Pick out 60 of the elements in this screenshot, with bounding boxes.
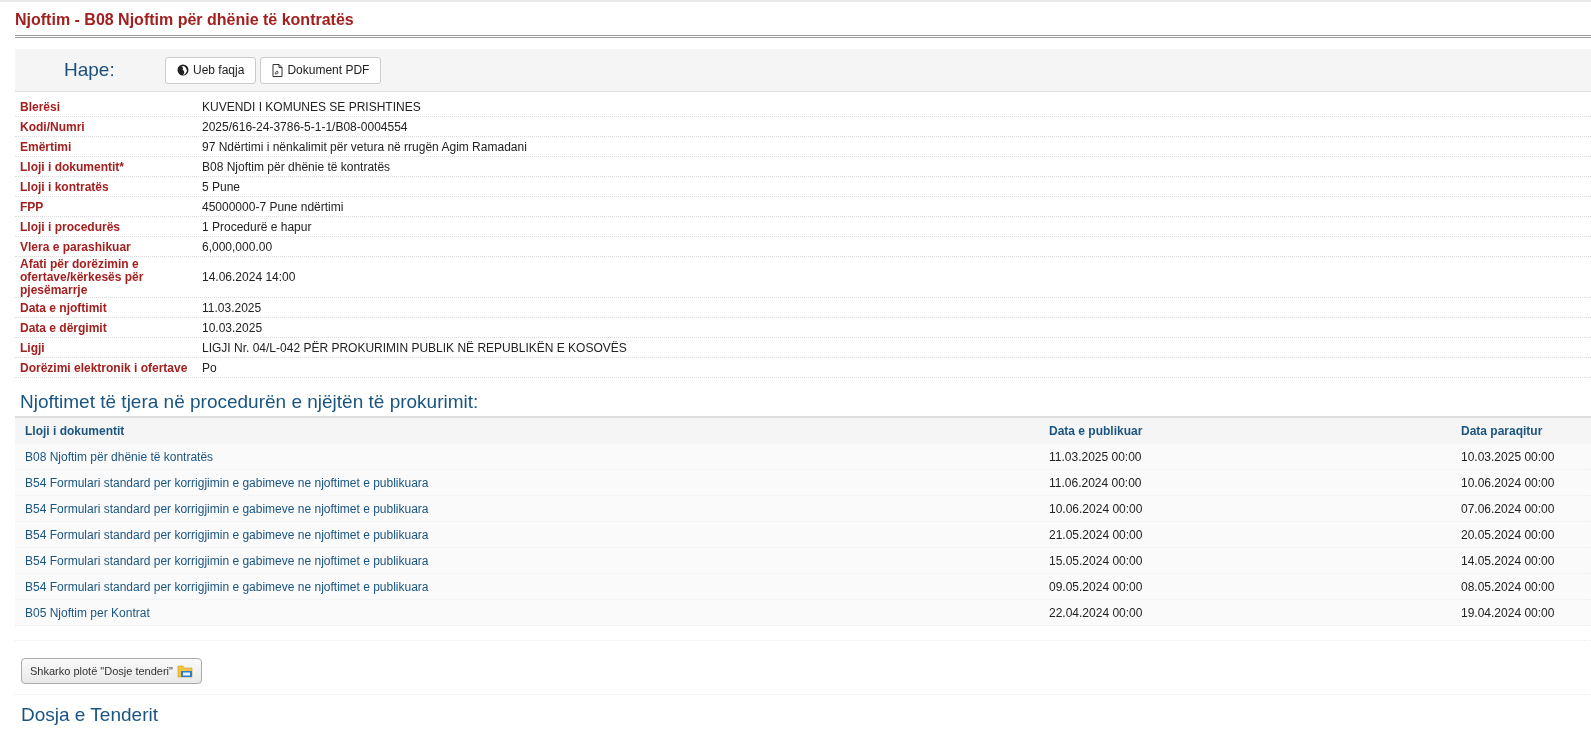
pdf-button[interactable]: Dokument PDF [260, 56, 382, 84]
field-value: LIGJI Nr. 04/L-042 PËR PROKURIMIN PUBLIK NË REPUBLIKËN E KOSOVËS [202, 341, 628, 355]
table-cell-text: 11.06.2024 00:00 [1049, 475, 1143, 490]
field-label: Lloji i kontratës [20, 180, 110, 194]
table-cell: 10.03.2025 00:00 [1461, 449, 1555, 464]
pdf-file-icon [272, 63, 284, 77]
field-label: Ligji [20, 341, 46, 355]
field-label: Lloji i procedurës [20, 220, 122, 234]
field-label: Emërtimi [20, 140, 73, 154]
field-value: 11.03.2025 [202, 301, 263, 315]
globe-icon [177, 64, 189, 76]
notice-link[interactable]: B54 Formulari standard per korrigjimin e gabimeve ne njoftimet e publikuara [25, 527, 1049, 542]
field-value: 5 Pune [202, 180, 242, 194]
field-label: Lloji i dokumentit* [20, 160, 125, 174]
notice-link[interactable]: B54 Formulari standard per korrigjimin e gabimeve ne njoftimet e publikuara [25, 579, 1049, 594]
table-cell: 14.05.2024 00:00 [1461, 553, 1555, 568]
zip-folder-icon [176, 664, 193, 678]
field-label: Data e njoftimit [20, 301, 108, 315]
field-value: 6,000,000.00 [202, 240, 274, 254]
column-header: Data e publikuar [1049, 424, 1144, 438]
field-label: Afati për dorëzimin e ofertave/kërkesës për pjesëmarrje [20, 258, 145, 297]
field-value: B08 Njoftim për dhënie të kontratës [202, 160, 392, 174]
notice-link[interactable]: B05 Njoftim per Kontrat [25, 605, 1049, 620]
field-value: 1 Procedurë e hapur [202, 220, 313, 234]
web-button[interactable]: Ueb faqja [165, 56, 257, 84]
page-title: Njoftim - B08 Njoftim për dhënie të kontratës [15, 2, 1591, 38]
field-value: 10.03.2025 [202, 321, 264, 335]
column-header: Data paraqitur [1461, 424, 1543, 438]
notice-link[interactable]: B08 Njoftim për dhënie të kontratës [25, 449, 1049, 464]
table-cell-text: 21.05.2024 00:00 [1049, 527, 1144, 542]
download-button[interactable]: Shkarko plotë "Dosje tenderi" [21, 658, 202, 684]
field-value: 2025/616-24-3786-5-1-1/B08-0004554 [202, 120, 409, 134]
table-cell: 10.06.2024 00:00 [1461, 475, 1555, 490]
table-cell-text: 10.06.2024 00:00 [1049, 501, 1144, 516]
section-heading: Njoftimet të tjera në procedurën e njëjtën të prokurimit: [20, 391, 480, 414]
field-label: Blerësi [20, 100, 62, 114]
table-cell: 20.05.2024 00:00 [1461, 527, 1555, 542]
table-cell-text: 09.05.2024 00:00 [1049, 579, 1144, 594]
open-label: Hape: [63, 59, 116, 81]
field-label: Vlera e parashikuar [20, 240, 132, 254]
field-value: 14.06.2024 14:00 [202, 271, 297, 284]
table-cell: 08.05.2024 00:00 [1461, 579, 1555, 594]
field-value: KUVENDI I KOMUNES SE PRISHTINES [202, 100, 422, 114]
notice-link[interactable]: B54 Formulari standard per korrigjimin e gabimeve ne njoftimet e publikuara [25, 553, 1049, 568]
field-value: 97 Ndërtimi i nënkalimit për vetura në rrugën Agim Ramadani [202, 140, 528, 154]
field-label: Kodi/Numri [20, 120, 86, 134]
section-heading: Dosja e Tenderit [15, 694, 1591, 730]
column-header: Lloji i dokumentit [25, 424, 126, 438]
field-value: 45000000-7 Pune ndërtimi [202, 200, 345, 214]
table-cell-text: 15.05.2024 00:00 [1049, 553, 1144, 568]
field-label: Data e dërgimit [20, 321, 108, 335]
table-cell: 07.06.2024 00:00 [1461, 501, 1555, 516]
table-cell-text: 11.03.2025 00:00 [1049, 449, 1143, 464]
field-value: Po [202, 361, 218, 375]
field-label: FPP [20, 200, 45, 214]
field-label: Dorëzimi elektronik i ofertave [20, 361, 189, 375]
notice-link[interactable]: B54 Formulari standard per korrigjimin e gabimeve ne njoftimet e publikuara [25, 501, 1049, 516]
table-cell-text: 22.04.2024 00:00 [1049, 605, 1144, 620]
table-cell: 19.04.2024 00:00 [1461, 605, 1555, 620]
notice-link[interactable]: B54 Formulari standard per korrigjimin e gabimeve ne njoftimet e publikuara [25, 475, 1049, 490]
